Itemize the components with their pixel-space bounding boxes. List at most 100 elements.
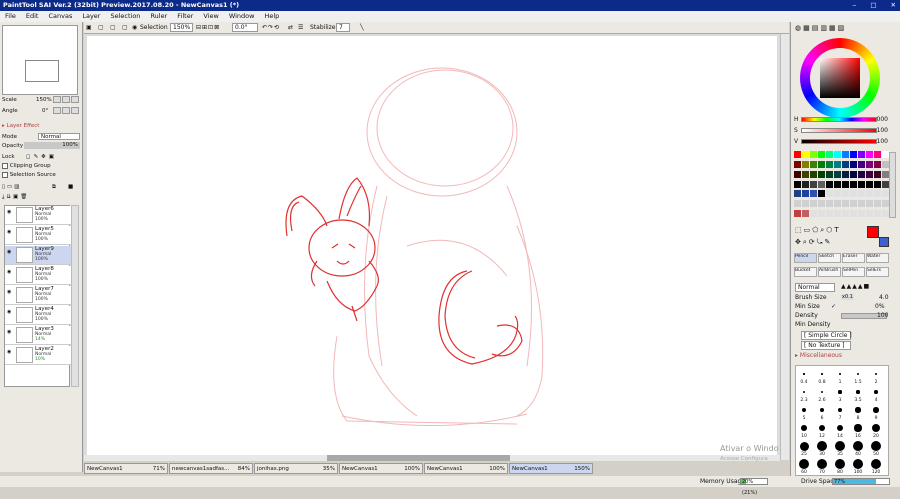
color-swatch[interactable] bbox=[842, 180, 849, 188]
straight-line-icon[interactable]: ╲ bbox=[360, 22, 364, 34]
brush-size-dot[interactable] bbox=[836, 424, 844, 432]
color-swatch[interactable] bbox=[834, 170, 841, 178]
color-swatch[interactable] bbox=[858, 190, 865, 198]
menu-filter[interactable]: Filter bbox=[172, 11, 198, 22]
color-swatch[interactable] bbox=[794, 190, 801, 198]
tool-airbrush[interactable]: AirBrush bbox=[818, 267, 841, 277]
color-swatch[interactable] bbox=[882, 200, 889, 208]
color-swatch[interactable] bbox=[794, 160, 801, 168]
brush-size-dot[interactable] bbox=[871, 441, 881, 451]
brush-size-dot[interactable] bbox=[821, 373, 823, 375]
color-swatch[interactable] bbox=[802, 200, 809, 208]
rotate-left-button[interactable] bbox=[53, 107, 61, 114]
brush-size-dot[interactable] bbox=[853, 441, 863, 451]
saturation-value-square[interactable] bbox=[820, 58, 860, 98]
color-swatch[interactable] bbox=[826, 160, 833, 168]
color-swatch[interactable] bbox=[818, 180, 825, 188]
deselect-icon[interactable]: ▣ bbox=[86, 22, 92, 34]
color-swatch[interactable] bbox=[858, 151, 865, 158]
tool-selers[interactable]: SelErs bbox=[866, 267, 889, 277]
color-swatch[interactable] bbox=[882, 151, 889, 158]
color-swatch[interactable] bbox=[810, 180, 817, 188]
main-color-swatch[interactable] bbox=[867, 226, 879, 238]
brush-size-palette[interactable]: 0.4 0.8 1 1.5 2 2.3 2.6 3 3.5 4 5 6 7 8 9 10 12 14 16 20 25 3… bbox=[795, 365, 889, 476]
zoom-out-button[interactable] bbox=[53, 96, 61, 103]
lock-icons[interactable]: ◻✎✥▣ bbox=[26, 153, 57, 161]
layer-item[interactable]: ◉ Layer7 Normal 100% bbox=[5, 286, 71, 305]
color-swatch[interactable] bbox=[802, 151, 809, 158]
color-swatch[interactable] bbox=[866, 210, 873, 218]
minimize-icon[interactable]: ‒ bbox=[852, 0, 856, 11]
brush-size-dot[interactable] bbox=[820, 390, 824, 394]
selection-eye-icon[interactable]: ◉ bbox=[132, 22, 137, 34]
canvas-area[interactable] bbox=[84, 34, 780, 460]
tool-selpen[interactable]: SelPen bbox=[842, 267, 865, 277]
secondary-color-swatch[interactable] bbox=[879, 237, 889, 247]
color-swatch[interactable] bbox=[858, 210, 865, 218]
canvas-tab[interactable]: NewCanvas1 100% bbox=[339, 463, 423, 474]
brush-size-dot[interactable] bbox=[855, 407, 861, 413]
flip-icon[interactable]: ⇄ bbox=[288, 22, 293, 34]
selection-source-checkbox[interactable] bbox=[2, 171, 8, 178]
brush-size-dot[interactable] bbox=[839, 373, 841, 375]
color-swatch[interactable] bbox=[810, 151, 817, 158]
color-swatch[interactable] bbox=[866, 160, 873, 168]
brush-texture-select[interactable]: [ No Texture ] bbox=[801, 341, 851, 350]
layer-item-selected[interactable]: ◉ Layer9 Normal 100% bbox=[5, 246, 71, 265]
brush-size-dot[interactable] bbox=[873, 407, 879, 413]
color-swatch[interactable] bbox=[866, 151, 873, 158]
min-size-check[interactable]: ✓ bbox=[831, 303, 836, 310]
color-swatch[interactable] bbox=[818, 190, 825, 198]
color-swatch[interactable] bbox=[882, 180, 889, 188]
value-slider[interactable] bbox=[801, 139, 877, 144]
brush-size-dot[interactable] bbox=[874, 372, 878, 376]
color-swatch[interactable] bbox=[834, 210, 841, 218]
maximize-icon[interactable]: □ bbox=[870, 0, 876, 11]
vertical-scrollbar[interactable] bbox=[780, 34, 789, 460]
brush-size-dot[interactable] bbox=[874, 390, 878, 394]
layer-item[interactable]: ◉ Layer3 Normal 14% bbox=[5, 326, 71, 345]
color-swatch[interactable] bbox=[842, 200, 849, 208]
color-mode-icons[interactable]: ◍▦▤▥▦▧ bbox=[795, 24, 846, 32]
color-swatch[interactable] bbox=[842, 170, 849, 178]
swatch-scrollbar[interactable] bbox=[889, 152, 896, 218]
zoom-select[interactable]: 150% bbox=[170, 23, 194, 32]
tool-sketch[interactable]: Sketch bbox=[818, 253, 841, 263]
rotate-right-button[interactable] bbox=[62, 107, 70, 114]
color-swatch[interactable] bbox=[826, 180, 833, 188]
color-swatch[interactable] bbox=[850, 210, 857, 218]
color-swatch[interactable] bbox=[802, 160, 809, 168]
color-swatch[interactable] bbox=[850, 190, 857, 198]
min-size-value[interactable]: 0% bbox=[875, 303, 885, 310]
color-swatch[interactable] bbox=[866, 180, 873, 188]
stabilizer-select[interactable]: 7 bbox=[336, 23, 350, 32]
brush-size-dot[interactable] bbox=[799, 441, 809, 451]
color-swatch[interactable] bbox=[826, 210, 833, 218]
layer-item[interactable]: ◉ Layer6 Normal 100% bbox=[5, 206, 71, 225]
miscellaneous-header[interactable]: ▸ Miscellaneous bbox=[795, 352, 842, 359]
menu-ruler[interactable]: Ruler bbox=[145, 11, 172, 22]
angle-select[interactable]: 0.0° bbox=[232, 23, 258, 32]
horizontal-scrollbar[interactable] bbox=[84, 455, 780, 461]
brush-mode-select[interactable]: Normal bbox=[795, 283, 835, 292]
color-swatch[interactable] bbox=[818, 210, 825, 218]
clipping-checkbox[interactable] bbox=[2, 162, 8, 169]
trash-icon[interactable]: 🗑 bbox=[20, 194, 29, 200]
color-swatch[interactable] bbox=[810, 170, 817, 178]
color-swatch[interactable] bbox=[834, 180, 841, 188]
color-swatch[interactable] bbox=[794, 200, 801, 208]
color-swatch[interactable] bbox=[818, 160, 825, 168]
saturation-slider[interactable] bbox=[801, 128, 877, 133]
color-swatch[interactable] bbox=[810, 200, 817, 208]
color-wheel[interactable] bbox=[800, 38, 880, 118]
invert-icon[interactable]: ▢ bbox=[110, 22, 116, 34]
brush-size-dot[interactable] bbox=[819, 407, 825, 413]
color-swatch[interactable] bbox=[794, 151, 801, 158]
color-swatch[interactable] bbox=[866, 190, 873, 198]
color-swatch[interactable] bbox=[826, 151, 833, 158]
brush-size-dot[interactable] bbox=[838, 390, 842, 394]
color-swatch[interactable] bbox=[850, 151, 857, 158]
color-swatch[interactable] bbox=[858, 170, 865, 178]
color-swatch[interactable] bbox=[842, 190, 849, 198]
tool-eraser[interactable]: Eraser bbox=[842, 253, 865, 263]
